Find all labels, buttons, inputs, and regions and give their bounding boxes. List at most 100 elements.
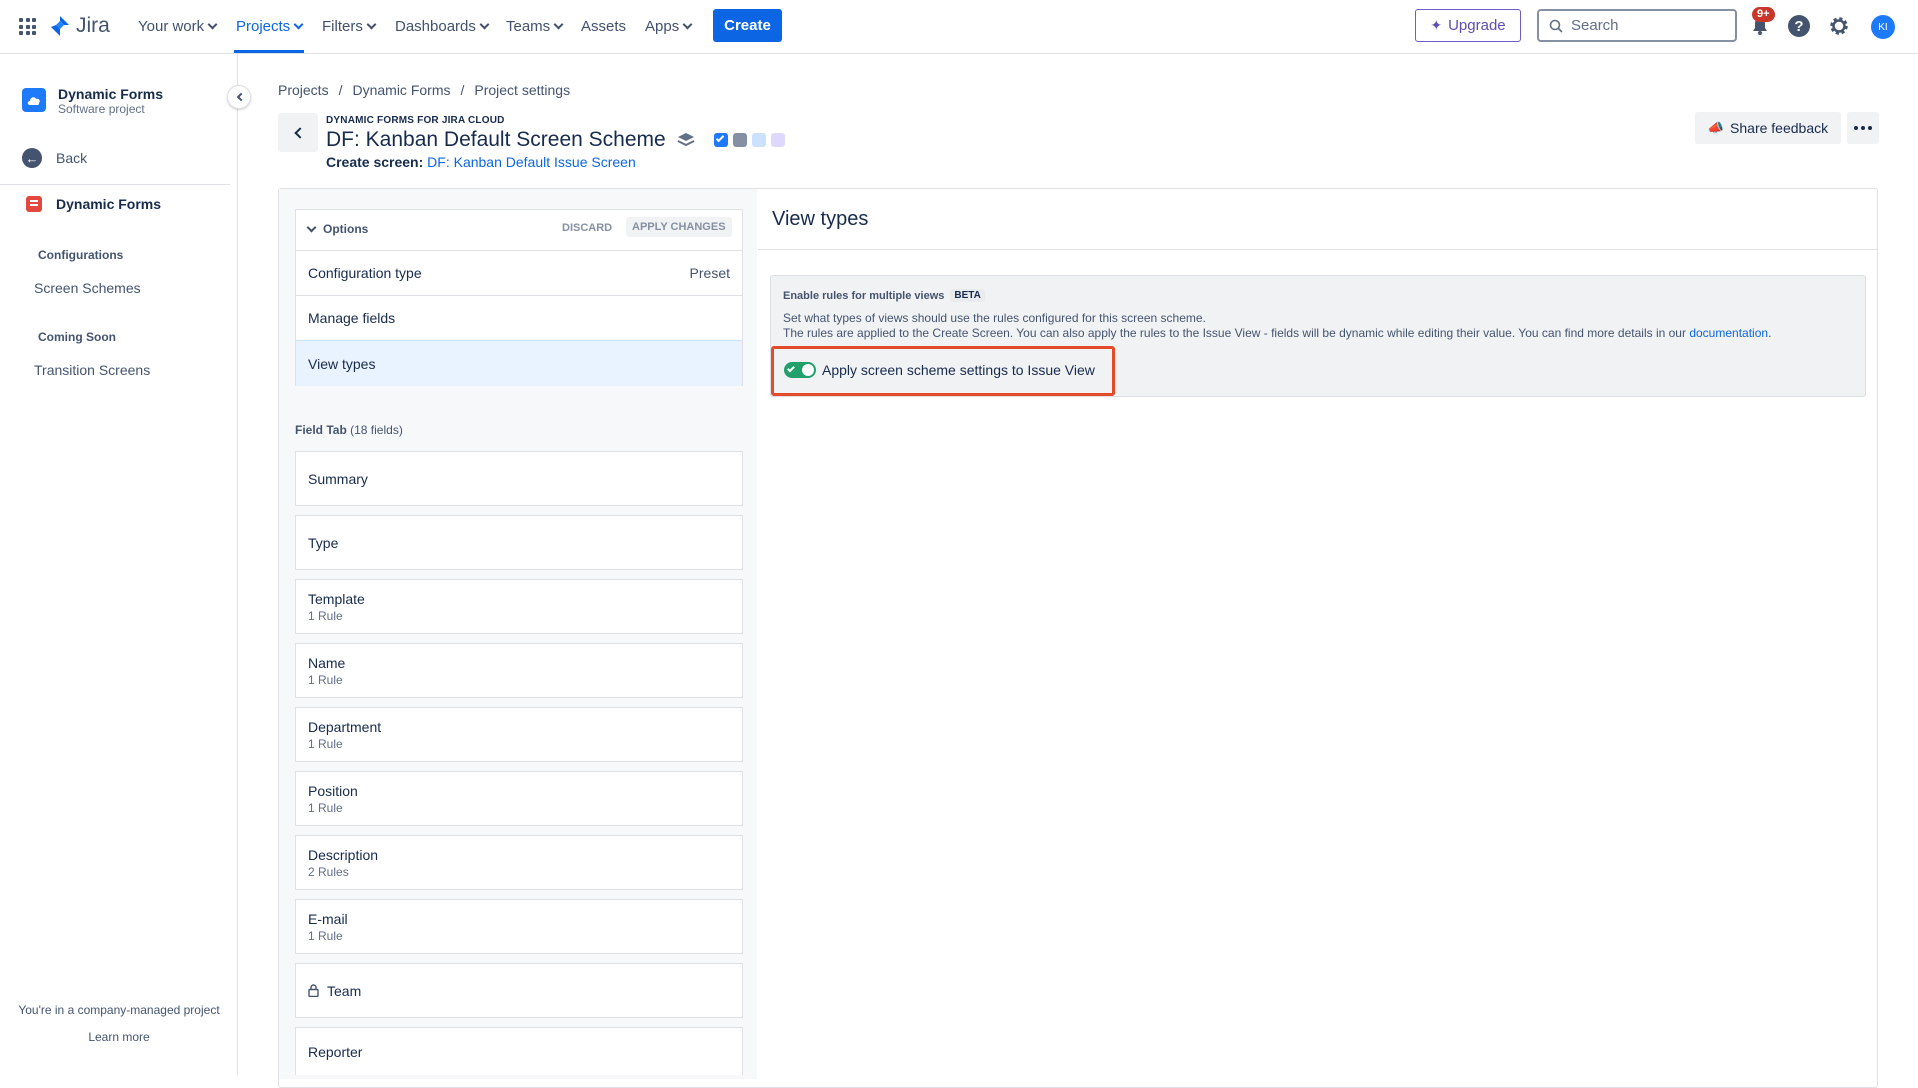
upgrade-button[interactable]: ✦ Upgrade [1415, 9, 1521, 42]
sidebar-back-link[interactable]: ← Back [22, 148, 87, 168]
field-card[interactable]: Name 1 Rule [295, 643, 743, 698]
view-icon [751, 133, 766, 147]
breadcrumb-separator: / [338, 82, 343, 98]
nav-projects[interactable]: Projects [236, 0, 304, 52]
view-types-heading-text: Enable rules for multiple views [783, 289, 945, 302]
field-card[interactable]: Description 2 Rules [295, 835, 743, 890]
sidebar-item-screen-schemes[interactable]: Screen Schemes [34, 280, 141, 296]
search-icon [1549, 19, 1563, 33]
settings-icon[interactable] [1828, 15, 1850, 37]
option-configuration-type[interactable]: Configuration type Preset [296, 250, 742, 294]
field-card[interactable]: Type [295, 515, 743, 570]
lightning-icon [770, 133, 785, 147]
breadcrumb: Projects / Dynamic Forms / Project setti… [278, 82, 570, 98]
sidebar-footer-text: You're in a company-managed project [18, 1003, 220, 1017]
breadcrumb-projects[interactable]: Projects [278, 82, 329, 98]
nav-label: Filters [322, 17, 363, 35]
sidebar-item-transition-screens[interactable]: Transition Screens [34, 362, 150, 378]
nav-label: Assets [581, 17, 627, 35]
dynamic-forms-app-icon [26, 196, 42, 212]
nav-teams[interactable]: Teams [506, 0, 564, 52]
field-name: Team [327, 982, 362, 999]
options-header[interactable]: Options [306, 222, 368, 236]
back-button[interactable] [278, 113, 318, 152]
field-card[interactable]: Team [295, 963, 743, 1018]
description-text: The rules are applied to the Create Scre… [783, 326, 1686, 340]
chevron-left-icon [236, 92, 245, 102]
screen-icon [732, 133, 747, 147]
issue-view-toggle[interactable] [784, 362, 816, 378]
nav-label: Projects [236, 17, 291, 35]
option-manage-fields[interactable]: Manage fields [296, 295, 742, 339]
field-card[interactable]: Department 1 Rule [295, 707, 743, 762]
upgrade-label: Upgrade [1448, 17, 1506, 34]
back-label: Back [56, 150, 88, 166]
avatar[interactable]: KI [1871, 15, 1895, 39]
view-types-heading: Enable rules for multiple views BETA [783, 289, 985, 302]
chevron-left-icon [293, 126, 306, 139]
beta-badge: BETA [950, 289, 985, 302]
field-rule-count: 1 Rule [308, 800, 343, 815]
option-label: Manage fields [308, 309, 396, 326]
field-card[interactable]: E-mail 1 Rule [295, 899, 743, 954]
share-feedback-button[interactable]: 📣 Share feedback [1695, 112, 1841, 144]
page-title: DF: Kanban Default Screen Scheme [326, 128, 785, 152]
field-name: Description [308, 846, 379, 863]
breadcrumb-project-settings[interactable]: Project settings [474, 82, 570, 98]
sidebar-item-dynamic-forms[interactable]: Dynamic Forms [26, 196, 161, 212]
collapse-sidebar-button[interactable] [227, 85, 251, 109]
divider [0, 184, 230, 185]
more-dot [1861, 126, 1865, 130]
issue-view-toggle-label[interactable]: Apply screen scheme settings to Issue Vi… [822, 362, 1095, 378]
apply-changes-button[interactable]: APPLY CHANGES [626, 217, 732, 237]
create-screen-label: Create screen: [326, 154, 424, 170]
field-tab-label: Field Tab [295, 423, 347, 437]
lock-icon [308, 984, 319, 997]
chevron-down-icon [479, 19, 490, 29]
sidebar-project-type: Software project [58, 102, 145, 116]
option-label: View types [308, 355, 376, 372]
nav-assets[interactable]: Assets [581, 0, 626, 52]
view-types-description-1: Set what types of views should use the r… [783, 311, 1206, 325]
field-name: Name [308, 654, 346, 671]
field-name: Summary [308, 470, 368, 487]
jira-logo[interactable]: Jira [50, 14, 110, 38]
app-switcher-icon[interactable] [19, 18, 36, 35]
project-avatar [22, 88, 46, 112]
breadcrumb-dynamic-forms[interactable]: Dynamic Forms [352, 82, 450, 98]
create-button[interactable]: Create [713, 9, 782, 42]
view-types-description-2: The rules are applied to the Create Scre… [783, 326, 1771, 340]
nav-dashboards[interactable]: Dashboards [395, 0, 490, 52]
field-card[interactable]: Reporter [295, 1027, 743, 1075]
breadcrumb-separator: / [460, 82, 465, 98]
field-rule-count: 1 Rule [308, 608, 343, 623]
documentation-link[interactable]: documentation [1689, 326, 1768, 340]
field-card[interactable]: Template 1 Rule [295, 579, 743, 634]
nav-your-work[interactable]: Your work [138, 0, 218, 52]
field-rule-count: 1 Rule [308, 672, 343, 687]
field-rule-count: 1 Rule [308, 736, 343, 751]
nav-label: Apps [645, 17, 680, 35]
more-actions-button[interactable] [1847, 112, 1879, 144]
field-card[interactable]: Position 1 Rule [295, 771, 743, 826]
divider [758, 249, 1877, 250]
field-name: Department [308, 718, 382, 735]
help-icon[interactable]: ? [1788, 15, 1810, 37]
field-card[interactable]: Summary [295, 451, 743, 506]
field-tab-count: (18 fields) [350, 423, 403, 437]
view-type-icons [713, 133, 785, 147]
nav-apps[interactable]: Apps [645, 0, 693, 52]
field-name: Template [308, 590, 365, 607]
sidebar-project-name: Dynamic Forms [58, 86, 164, 102]
field-name: Type [308, 534, 339, 551]
learn-more-link[interactable]: Learn more [0, 1030, 238, 1044]
discard-button[interactable]: DISCARD [562, 222, 612, 234]
chevron-down-icon [293, 19, 304, 29]
search-input[interactable]: Search [1537, 9, 1737, 42]
create-screen-link[interactable]: DF: Kanban Default Issue Screen [427, 154, 636, 170]
chevron-down-icon [207, 19, 218, 29]
nav-filters[interactable]: Filters [322, 0, 377, 52]
option-view-types[interactable]: View types [296, 340, 742, 386]
nav-label: Your work [138, 17, 205, 35]
jira-logo-icon [51, 16, 69, 36]
